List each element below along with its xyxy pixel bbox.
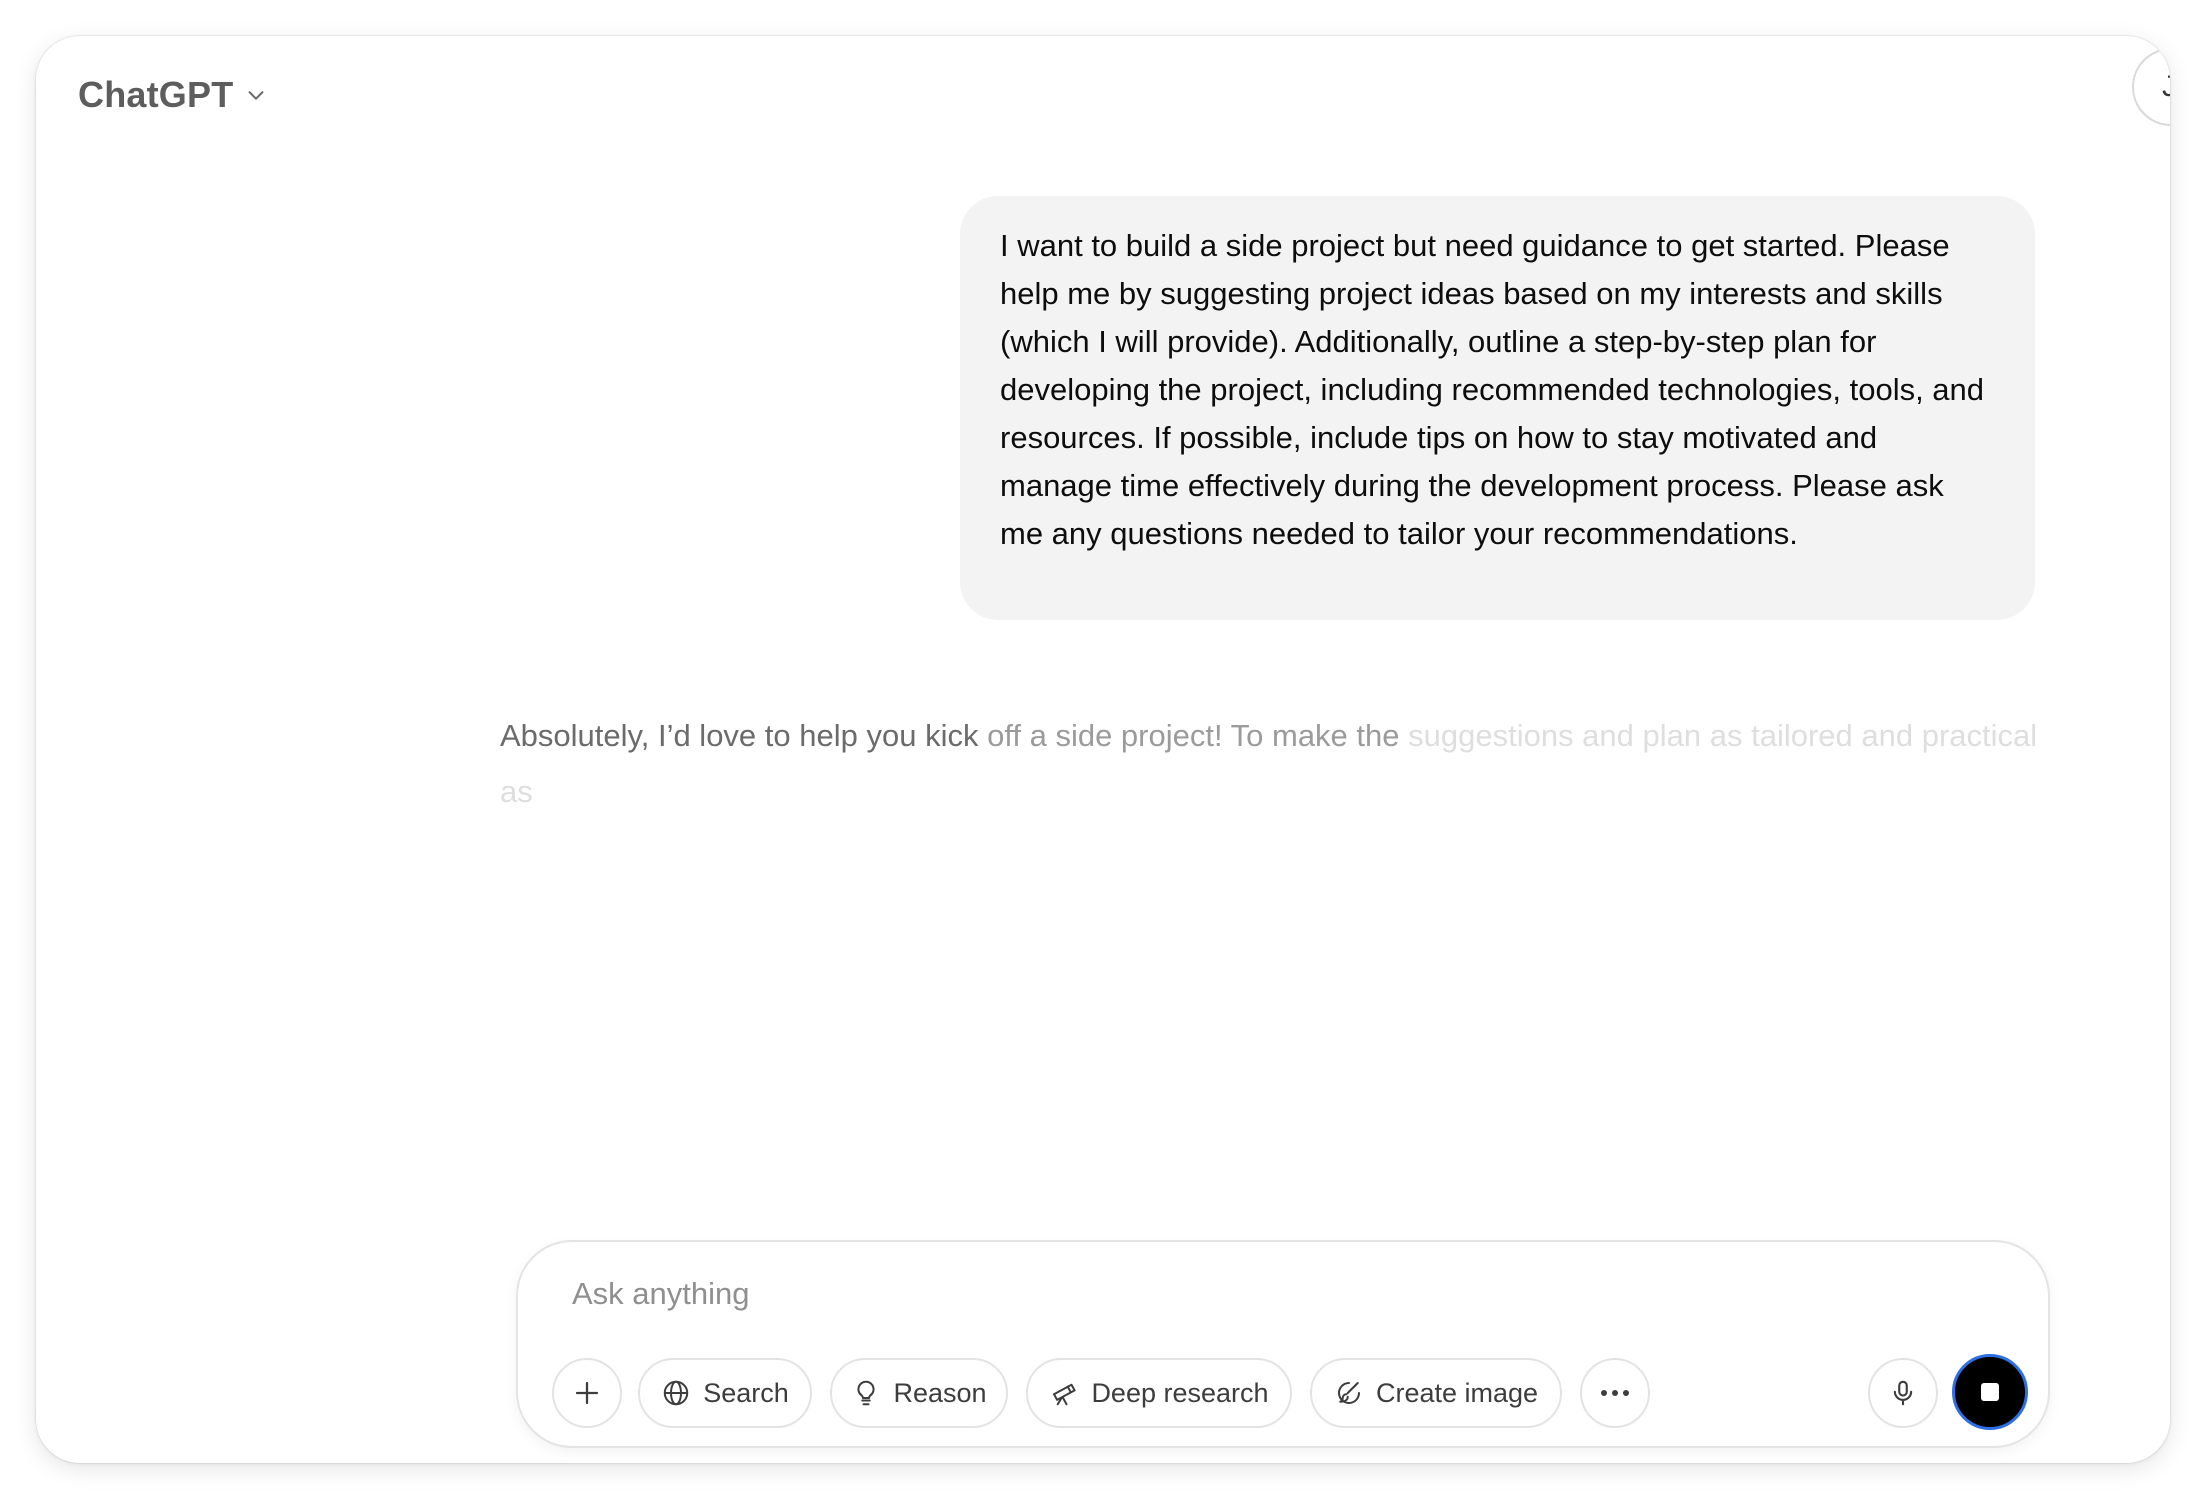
microphone-icon [1888, 1378, 1918, 1408]
avatar-initial: J [2162, 70, 2170, 103]
assistant-text-part: Absolutely, I’d love to help you kick [500, 718, 988, 753]
lightbulb-icon [851, 1378, 881, 1408]
chat-window: ChatGPT J I want to build a side project… [36, 36, 2170, 1463]
globe-icon [661, 1378, 691, 1408]
dictate-button[interactable] [1868, 1358, 1938, 1428]
brush-icon [1334, 1378, 1364, 1408]
reason-button[interactable]: Reason [830, 1358, 1008, 1428]
deep-research-button[interactable]: Deep research [1026, 1358, 1292, 1428]
chevron-down-icon [245, 84, 267, 106]
assistant-message: Absolutely, I’d love to help you kick of… [500, 708, 2040, 820]
prompt-input[interactable] [572, 1276, 1872, 1312]
search-label: Search [703, 1377, 789, 1408]
user-message-text: I want to build a side project but need … [1000, 228, 1985, 551]
more-options-button[interactable] [1580, 1358, 1650, 1428]
more-icon [1599, 1388, 1631, 1398]
create-image-label: Create image [1375, 1377, 1539, 1408]
model-name: ChatGPT [78, 74, 234, 115]
create-image-button[interactable]: Create image [1310, 1358, 1562, 1428]
reason-label: Reason [893, 1377, 987, 1408]
model-selector[interactable]: ChatGPT [78, 66, 279, 124]
stop-generating-button[interactable] [1952, 1354, 2028, 1430]
plus-icon [572, 1378, 602, 1408]
assistant-text-part: off a side project! To make the [987, 718, 1409, 753]
attach-button[interactable] [552, 1358, 622, 1428]
search-button[interactable]: Search [638, 1358, 812, 1428]
deep-research-label: Deep research [1091, 1377, 1269, 1408]
telescope-icon [1049, 1378, 1079, 1408]
composer: Search Reason Deep research Create image [516, 1240, 2050, 1448]
stop-icon [1981, 1383, 1999, 1401]
avatar[interactable]: J [2132, 48, 2170, 126]
user-message: I want to build a side project but need … [960, 196, 2035, 620]
